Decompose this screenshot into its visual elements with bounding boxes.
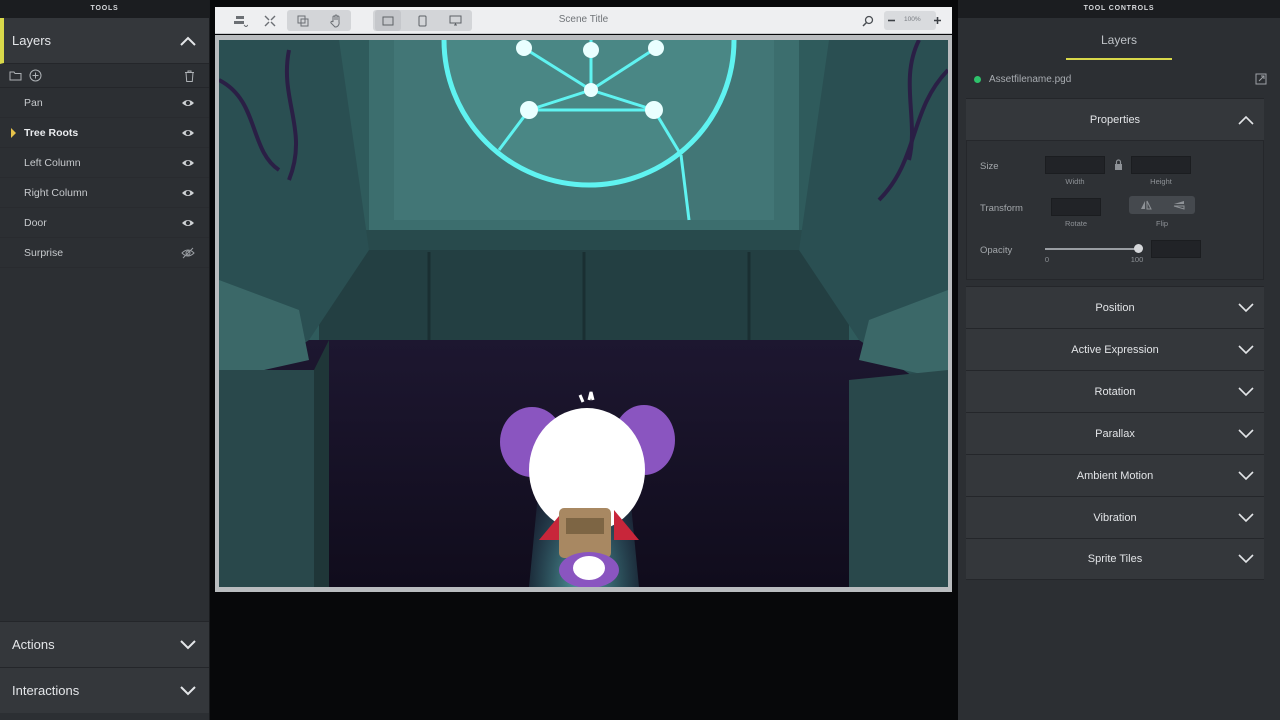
chevron-down-icon[interactable] [1238, 302, 1254, 313]
eye-icon[interactable] [181, 97, 195, 109]
height-field[interactable] [1131, 156, 1191, 174]
eye-icon[interactable] [181, 217, 195, 229]
tools-panel: TOOLS Layers Pan Tree Roots Left Column … [0, 0, 210, 720]
chevron-down-icon[interactable] [1238, 512, 1254, 523]
trash-icon[interactable] [182, 69, 196, 83]
layer-label: Left Column [24, 156, 81, 169]
canvas-toolbar: Scene Title 100% [215, 7, 952, 34]
left-bottom-sections: Actions Interactions [0, 621, 209, 720]
canvas-frame [215, 35, 952, 592]
active-expression-section[interactable]: Active Expression [966, 328, 1264, 370]
layer-list: Pan Tree Roots Left Column Right Column … [0, 88, 209, 268]
opacity-slider[interactable] [1045, 244, 1143, 253]
chevron-up-icon[interactable] [180, 36, 196, 46]
folder-icon[interactable] [8, 69, 22, 83]
parallax-label: Parallax [1095, 427, 1135, 440]
chevron-down-icon[interactable] [1238, 554, 1254, 564]
actions-section[interactable]: Actions [0, 621, 209, 667]
chevron-down-icon[interactable] [1238, 386, 1254, 397]
opacity-slider-handle[interactable] [1134, 244, 1143, 253]
chevron-down-icon[interactable] [1238, 470, 1254, 481]
layer-label: Surprise [24, 246, 64, 259]
chevron-down-icon[interactable] [180, 685, 196, 696]
tools-header: TOOLS [0, 0, 209, 18]
size-label: Size [980, 161, 999, 172]
interactions-section[interactable]: Interactions [0, 667, 209, 713]
vibration-label: Vibration [1093, 511, 1137, 524]
status-dot [974, 75, 981, 83]
layers-title: Layers [12, 33, 52, 48]
parallax-section[interactable]: Parallax [966, 412, 1264, 454]
layer-label: Right Column [24, 186, 88, 199]
layers-section-header[interactable]: Layers [0, 18, 209, 64]
flip-vertical-icon[interactable] [1162, 196, 1195, 214]
chevron-down-icon[interactable] [1238, 344, 1254, 355]
ambient-motion-section[interactable]: Ambient Motion [966, 454, 1264, 496]
rotate-sublabel: Rotate [1064, 219, 1088, 228]
layer-item-surprise[interactable]: Surprise [0, 238, 209, 268]
layer-item-right-column[interactable]: Right Column [0, 178, 209, 208]
popout-icon[interactable] [1255, 73, 1267, 85]
zoom-out-icon[interactable] [881, 10, 901, 31]
tool-controls-header: TOOL CONTROLS [958, 0, 1280, 18]
properties-section-header[interactable]: Properties [966, 98, 1264, 140]
scene-artwork [219, 40, 948, 587]
opacity-max: 100 [1130, 255, 1144, 264]
chevron-up-icon[interactable] [1238, 115, 1254, 125]
rotation-label: Rotation [1094, 385, 1136, 398]
layer-label: Tree Roots [24, 126, 79, 139]
width-sublabel: Width [1065, 177, 1085, 186]
flip-toggle [1129, 196, 1195, 214]
interactions-label: Interactions [12, 683, 80, 698]
rotate-field[interactable] [1051, 198, 1101, 216]
layers-toolbar [0, 64, 209, 88]
rotation-section[interactable]: Rotation [966, 370, 1264, 412]
expand-arrow-icon[interactable] [11, 128, 16, 138]
zoom-level: 100% [904, 16, 921, 23]
height-sublabel: Height [1150, 177, 1172, 186]
scene-canvas[interactable] [219, 40, 948, 587]
flip-sublabel: Flip [1155, 219, 1169, 228]
eye-icon[interactable] [181, 187, 195, 199]
tab-layers[interactable]: Layers [958, 18, 1280, 60]
properties-title: Properties [1089, 113, 1141, 126]
layer-label: Door [24, 216, 47, 229]
actions-label: Actions [12, 637, 55, 652]
position-section[interactable]: Position [966, 286, 1264, 328]
width-field[interactable] [1045, 156, 1105, 174]
layer-item-tree-roots[interactable]: Tree Roots [0, 118, 209, 148]
asset-row: Assetfilename.pgd [958, 60, 1280, 98]
flip-horizontal-icon[interactable] [1129, 196, 1162, 214]
zoom-in-icon[interactable] [927, 10, 947, 31]
opacity-field[interactable] [1151, 240, 1201, 258]
tool-controls-panel: TOOL CONTROLS Layers Assetfilename.pgd P… [958, 0, 1280, 720]
search-icon[interactable] [855, 10, 881, 31]
position-label: Position [1095, 301, 1135, 314]
sprite-tiles-section[interactable]: Sprite Tiles [966, 538, 1264, 580]
panel-footer [0, 713, 209, 720]
layer-item-left-column[interactable]: Left Column [0, 148, 209, 178]
layer-item-door[interactable]: Door [0, 208, 209, 238]
ambient-motion-label: Ambient Motion [1076, 469, 1154, 482]
sprite-tiles-label: Sprite Tiles [1087, 553, 1143, 565]
eye-hidden-icon[interactable] [181, 247, 195, 259]
asset-filename: Assetfilename.pgd [989, 73, 1072, 85]
chevron-down-icon[interactable] [1238, 428, 1254, 439]
vibration-section[interactable]: Vibration [966, 496, 1264, 538]
active-expression-label: Active Expression [1071, 343, 1159, 356]
transform-label: Transform [980, 203, 1023, 214]
properties-body: Size Width Height Transform Rotate Flip … [966, 140, 1264, 280]
add-layer-icon[interactable] [28, 69, 42, 83]
scene-title[interactable]: Scene Title [215, 14, 952, 25]
opacity-label: Opacity [980, 245, 1013, 256]
eye-icon[interactable] [181, 127, 195, 139]
tab-layers-label: Layers [1100, 33, 1138, 47]
eye-icon[interactable] [181, 157, 195, 169]
editor-app: TOOLS Layers Pan Tree Roots Left Column … [0, 0, 1280, 720]
chevron-down-icon[interactable] [180, 639, 196, 650]
opacity-min: 0 [1044, 255, 1050, 264]
lock-icon[interactable] [1114, 159, 1123, 170]
layer-item-pan[interactable]: Pan [0, 88, 209, 118]
layer-label: Pan [24, 96, 43, 109]
